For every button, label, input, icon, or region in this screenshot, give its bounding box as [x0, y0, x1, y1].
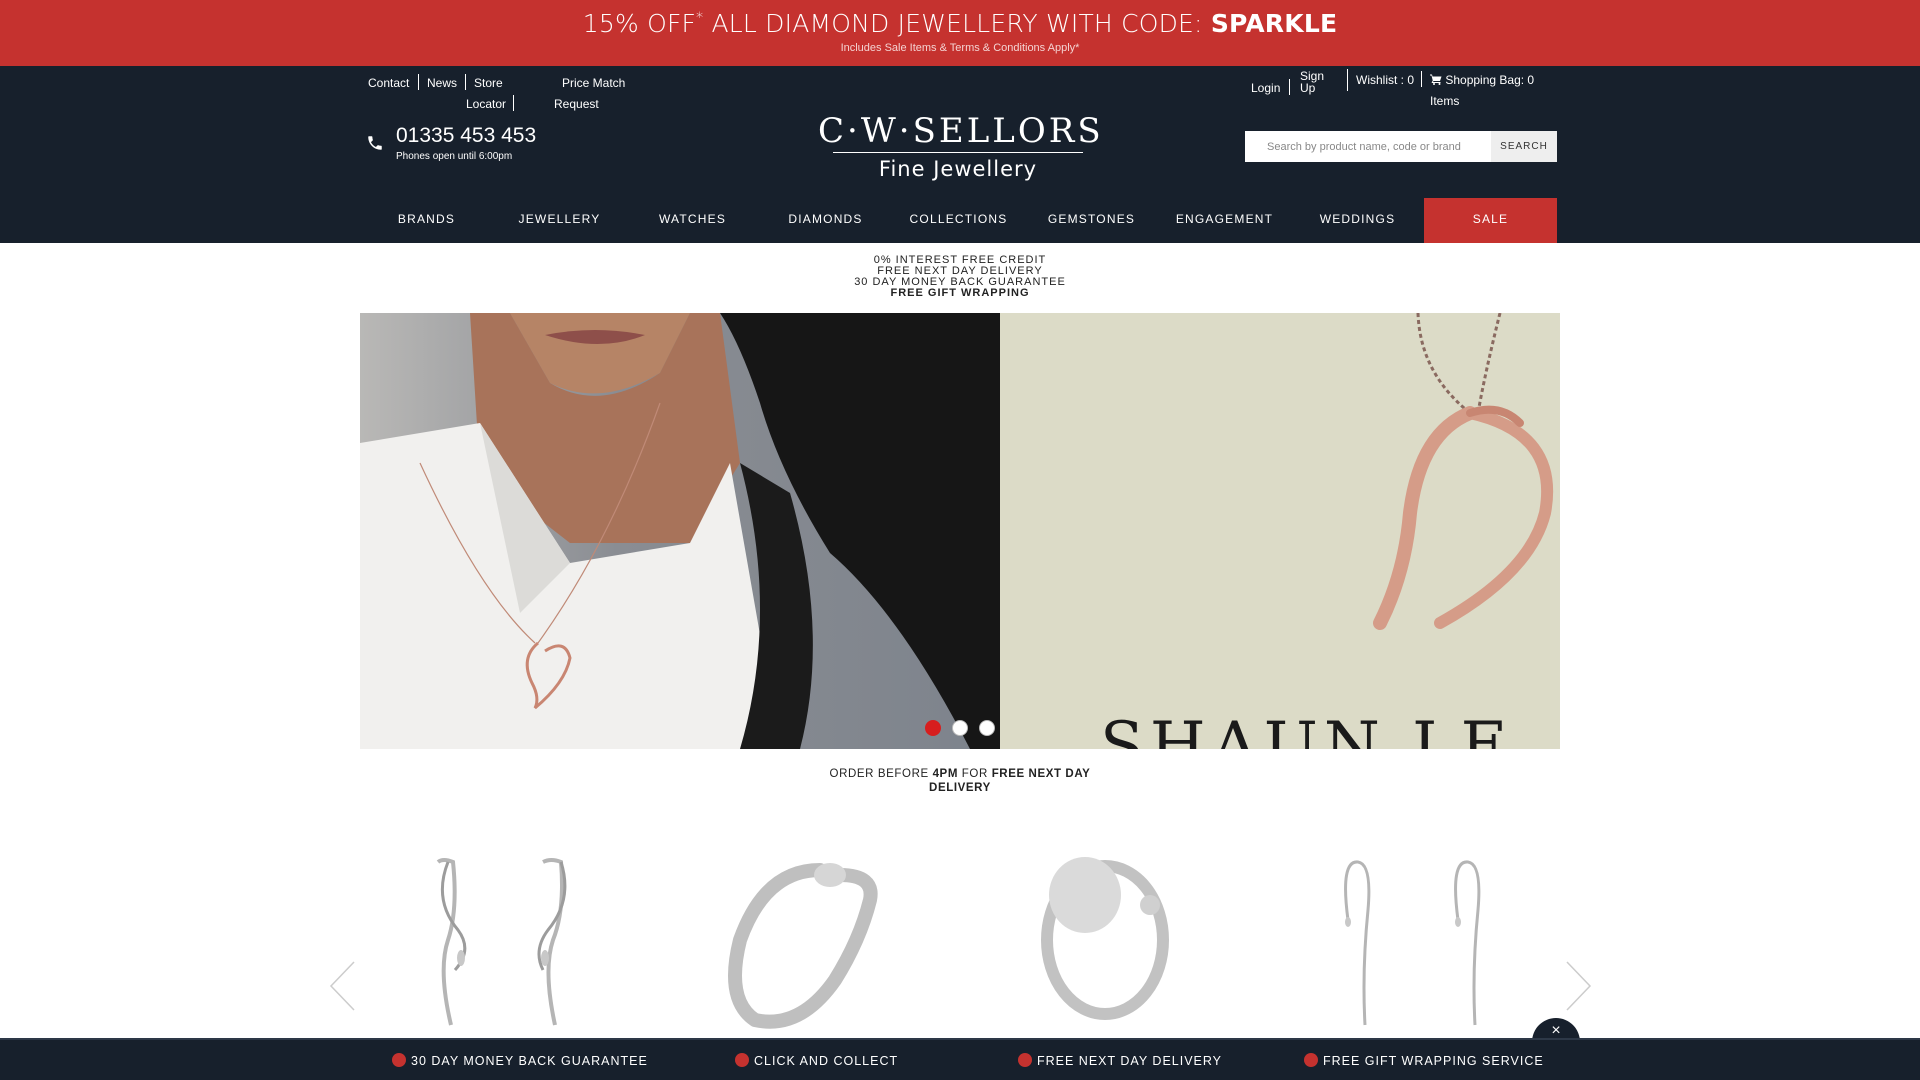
price-match-link[interactable]: Price Match [562, 76, 625, 90]
store-locator-link[interactable]: Store [474, 76, 503, 90]
phone-number[interactable]: 01335 453 453 [396, 124, 536, 148]
nav-diamonds[interactable]: DIAMONDS [759, 198, 892, 243]
carousel-dot-1[interactable] [925, 720, 941, 736]
nav-watches[interactable]: WATCHES [626, 198, 759, 243]
carousel-prev-arrow[interactable] [328, 960, 356, 1017]
separator [1289, 79, 1290, 95]
product-ring[interactable] [1005, 850, 1205, 1030]
site-header: Contact News Store Locator Price Match R… [0, 66, 1920, 198]
hero-banner[interactable]: SHAUN LE [360, 313, 1560, 749]
promo-code: SPARKLE [1210, 9, 1338, 38]
logo-rule [833, 152, 1083, 153]
shopping-bag-link[interactable]: Shopping Bag: 0 [1430, 73, 1534, 87]
usp-gift-wrapping[interactable]: FREE GIFT WRAPPING SERVICE [1304, 1053, 1544, 1068]
benefit-gift-wrapping: FREE GIFT WRAPPING [890, 287, 1030, 299]
login-link[interactable]: Login [1251, 81, 1280, 95]
hero-model-image [360, 313, 1000, 749]
carousel-dot-3[interactable] [979, 720, 995, 736]
nav-sale[interactable]: SALE [1424, 198, 1557, 243]
separator [1347, 69, 1348, 91]
carousel-dot-2[interactable] [952, 720, 968, 736]
separator [1421, 71, 1422, 87]
nav-collections[interactable]: COLLECTIONS [892, 198, 1025, 243]
nav-brands[interactable]: BRANDS [360, 198, 493, 243]
store-locator-link-line2[interactable]: Locator [466, 97, 506, 111]
benefits-list: 0% INTEREST FREE CREDIT FREE NEXT DAY DE… [760, 255, 1160, 299]
hero-brand-text: SHAUN LE [1100, 709, 1514, 749]
search-button[interactable]: SEARCH [1491, 131, 1557, 162]
phone-icon [366, 134, 384, 157]
logo-brand: C·W·SELLORS [818, 111, 1104, 151]
wishlist-link[interactable]: Wishlist : 0 [1356, 73, 1414, 87]
product-earrings-hook[interactable] [1310, 850, 1510, 1030]
promo-banner[interactable]: 15% OFF* ALL DIAMOND JEWELLERY WITH CODE… [0, 0, 1920, 66]
logo-tagline: Fine Jewellery [878, 157, 1038, 181]
separator [465, 74, 466, 90]
main-nav: BRANDS JEWELLERY WATCHES DIAMONDS COLLEC… [0, 198, 1920, 243]
phone-hours: Phones open until 6:00pm [396, 151, 513, 162]
home-icon [392, 1053, 406, 1067]
price-match-link-line2[interactable]: Request [554, 97, 599, 111]
search-input[interactable] [1245, 131, 1493, 162]
carousel-next-arrow[interactable] [1565, 960, 1593, 1017]
news-link[interactable]: News [427, 76, 457, 90]
nav-weddings[interactable]: WEDDINGS [1291, 198, 1424, 243]
sign-up-link-line2[interactable]: Up [1300, 81, 1315, 95]
shopping-bag-items[interactable]: Items [1430, 94, 1459, 108]
site-logo[interactable]: C·W·SELLORS Fine Jewellery [818, 111, 1104, 181]
pointer-icon [735, 1053, 749, 1067]
nav-gemstones[interactable]: GEMSTONES [1025, 198, 1158, 243]
separator [513, 95, 514, 111]
usp-money-back[interactable]: 30 DAY MONEY BACK GUARANTEE [392, 1053, 648, 1068]
truck-icon [1018, 1053, 1032, 1067]
cart-icon [1430, 74, 1442, 85]
product-earrings-twist[interactable] [403, 850, 603, 1030]
hero-product-panel [1000, 313, 1560, 749]
nav-engagement[interactable]: ENGAGEMENT [1158, 198, 1291, 243]
nav-jewellery[interactable]: JEWELLERY [493, 198, 626, 243]
promo-terms[interactable]: Includes Sale Items & Terms & Conditions… [0, 42, 1920, 54]
usp-bar: 30 DAY MONEY BACK GUARANTEE CLICK AND CO… [0, 1038, 1920, 1080]
separator [418, 74, 419, 90]
product-bangle[interactable] [705, 850, 905, 1030]
promo-headline: 15% OFF* ALL DIAMOND JEWELLERY WITH CODE… [582, 9, 1338, 38]
usp-click-collect[interactable]: CLICK AND COLLECT [735, 1053, 898, 1068]
order-cutoff-note: ORDER BEFORE 4PM FOR FREE NEXT DAY DELIVE… [829, 768, 1091, 794]
gift-icon [1304, 1053, 1318, 1067]
usp-next-day-delivery[interactable]: FREE NEXT DAY DELIVERY [1018, 1053, 1222, 1068]
contact-link[interactable]: Contact [368, 76, 409, 90]
